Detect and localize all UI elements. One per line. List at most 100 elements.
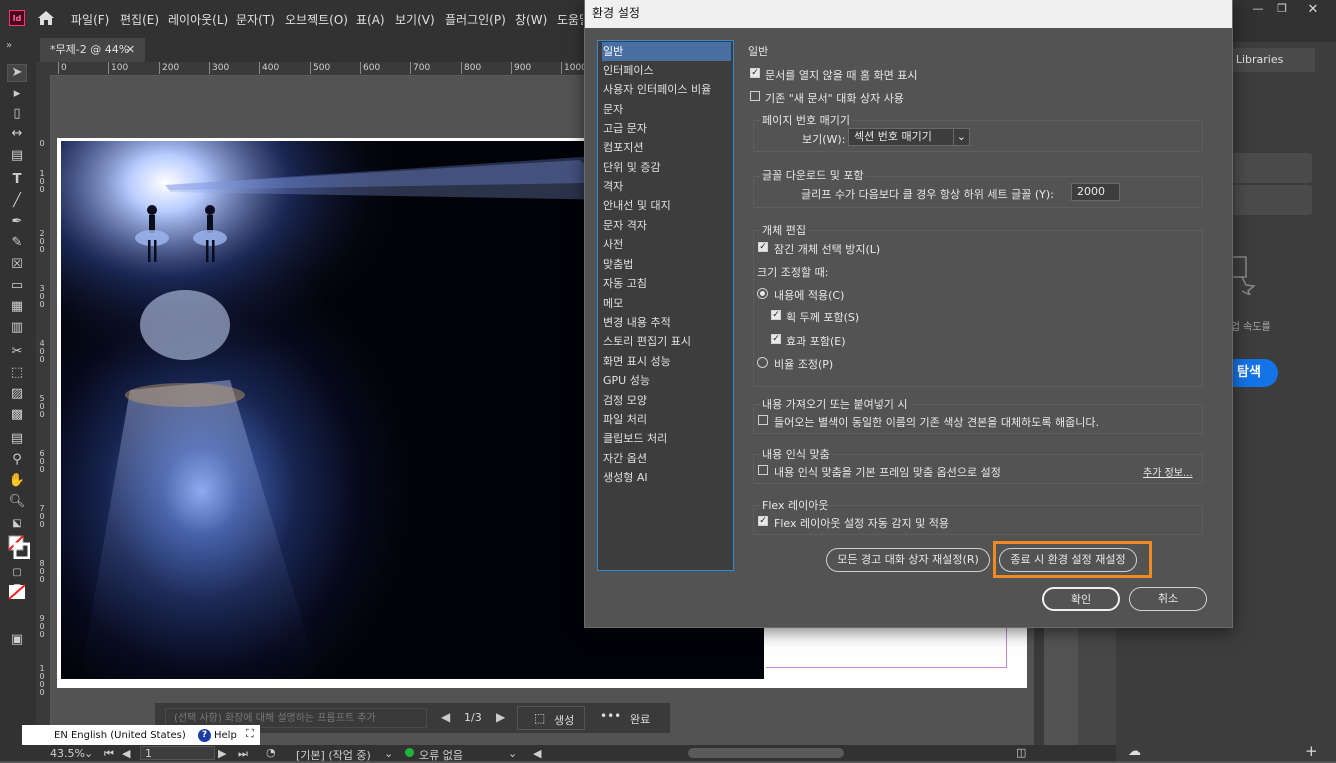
first-page-icon[interactable]: ⏮ bbox=[104, 747, 114, 761]
content-collector-icon[interactable]: ▤ bbox=[8, 148, 26, 164]
more-options-icon[interactable]: ••• bbox=[600, 709, 621, 723]
next-icon[interactable]: ▶ bbox=[496, 710, 505, 724]
category-item[interactable]: 맞춤법 bbox=[602, 255, 731, 274]
grid-tool-icon[interactable]: ▥ bbox=[8, 320, 26, 336]
scissors-tool-icon[interactable]: ✂ bbox=[8, 344, 26, 360]
restore-icon[interactable]: ❐ bbox=[1273, 2, 1291, 16]
menu-view[interactable]: 보기(V) bbox=[395, 11, 435, 28]
page-tool-icon[interactable]: ▯ bbox=[8, 106, 26, 122]
document-tab[interactable]: *무제-2 @ 44% ✕ bbox=[40, 38, 145, 62]
category-item[interactable]: 변경 내용 추적 bbox=[602, 313, 731, 332]
type-tool-icon[interactable]: T bbox=[8, 172, 26, 188]
category-item[interactable]: 자간 옵션 bbox=[602, 449, 731, 468]
horizontal-scrollbar[interactable] bbox=[688, 748, 844, 758]
menu-file[interactable]: 파일(F) bbox=[71, 11, 109, 28]
category-item[interactable]: 인터페이스 bbox=[602, 61, 731, 80]
note-tool-icon[interactable]: ▤ bbox=[8, 431, 26, 447]
rectangle-frame-icon[interactable]: ☒ bbox=[8, 257, 26, 273]
direct-selection-tool-icon[interactable]: ▸ bbox=[8, 86, 26, 102]
collapse-toolbar-icon[interactable]: » bbox=[6, 40, 12, 51]
page-number-field[interactable]: 1 bbox=[140, 746, 215, 760]
done-button[interactable]: 완료 bbox=[630, 711, 650, 727]
zoom-tool-icon[interactable]: 🔍︎ bbox=[8, 494, 26, 510]
prev-page-icon[interactable]: ◀ bbox=[122, 747, 130, 760]
category-item[interactable]: 안내선 및 대지 bbox=[602, 196, 731, 215]
category-item[interactable]: 메모 bbox=[602, 294, 731, 313]
include-stroke-checkbox[interactable]: ✓ bbox=[771, 310, 781, 320]
eyedropper-icon[interactable]: ⚲ bbox=[8, 452, 26, 468]
formatting-affects-container-icon[interactable]: ▢ T bbox=[8, 565, 26, 594]
line-tool-icon[interactable]: ╱ bbox=[8, 193, 26, 209]
help-icon[interactable]: ? bbox=[198, 729, 211, 742]
preflight-menu-icon[interactable]: ⌄ bbox=[508, 747, 517, 760]
gradient-feather-icon[interactable]: ▩ bbox=[8, 407, 26, 423]
close-window-icon[interactable]: ✕ bbox=[1304, 2, 1322, 17]
cancel-button[interactable]: 취소 bbox=[1129, 587, 1207, 611]
cloud-icon[interactable]: ☁ bbox=[1128, 744, 1141, 759]
subset-input[interactable]: 2000 bbox=[1071, 183, 1120, 201]
category-item[interactable]: 단위 및 증감 bbox=[602, 158, 731, 177]
table-tool-icon[interactable]: ▦ bbox=[8, 299, 26, 315]
zoom-dropdown-icon[interactable]: ⌄ bbox=[84, 747, 93, 760]
expand-icon[interactable]: ⛶ bbox=[246, 727, 254, 741]
profile-dropdown-icon[interactable]: ⌄ bbox=[384, 747, 393, 760]
category-item[interactable]: GPU 성능 bbox=[602, 371, 731, 390]
category-item[interactable]: 스토리 편집기 표시 bbox=[602, 332, 731, 351]
flex-auto-checkbox[interactable]: ✓ bbox=[758, 516, 768, 526]
include-effects-checkbox[interactable]: ✓ bbox=[771, 334, 781, 344]
home-icon[interactable] bbox=[36, 8, 56, 28]
more-info-link[interactable]: 추가 정보... bbox=[1143, 464, 1193, 479]
menu-layout[interactable]: 레이아웃(L) bbox=[168, 11, 228, 28]
menu-plugins[interactable]: 플러그인(P) bbox=[445, 11, 506, 28]
help-label[interactable]: Help bbox=[214, 730, 237, 741]
menu-edit[interactable]: 편집(E) bbox=[120, 11, 159, 28]
category-item[interactable]: 일반 bbox=[602, 42, 731, 61]
fill-stroke-swatch[interactable] bbox=[8, 535, 31, 560]
content-aware-checkbox[interactable] bbox=[758, 465, 768, 475]
default-colors-icon[interactable]: ⬕ bbox=[8, 516, 26, 532]
minimize-icon[interactable]: — bbox=[1249, 2, 1267, 16]
spread-view-icon[interactable]: ◔ bbox=[266, 746, 276, 759]
category-item[interactable]: 고급 문자 bbox=[602, 119, 731, 138]
free-transform-icon[interactable]: ⬚ bbox=[8, 365, 26, 381]
selection-tool-icon[interactable]: ➤ bbox=[7, 64, 27, 82]
category-item[interactable]: 생성형 AI bbox=[602, 468, 731, 487]
category-item[interactable]: 사전 bbox=[602, 235, 731, 254]
prevent-locked-checkbox[interactable]: ✓ bbox=[758, 242, 768, 252]
category-item[interactable]: 컴포지션 bbox=[602, 138, 731, 157]
category-item[interactable]: 파일 처리 bbox=[602, 410, 731, 429]
language-label[interactable]: EN English (United States) bbox=[54, 730, 186, 741]
gap-tool-icon[interactable]: ↔ bbox=[8, 126, 26, 142]
menu-window[interactable]: 창(W) bbox=[515, 11, 547, 28]
previous-icon[interactable]: ◀ bbox=[441, 710, 450, 724]
category-item[interactable]: 검정 모양 bbox=[602, 391, 731, 410]
view-select[interactable]: 섹션 번호 매기기 ⌄ bbox=[848, 128, 970, 146]
zoom-level[interactable]: 43.5% bbox=[50, 747, 85, 760]
category-item[interactable]: 문자 격자 bbox=[602, 216, 731, 235]
legacy-new-doc-checkbox[interactable] bbox=[750, 91, 760, 101]
category-item[interactable]: 사용자 인터페이스 비율 bbox=[602, 80, 731, 99]
rectangle-tool-icon[interactable]: ▭ bbox=[8, 278, 26, 294]
category-item[interactable]: 화면 표시 성능 bbox=[602, 352, 731, 371]
close-tab-icon[interactable]: ✕ bbox=[126, 38, 135, 62]
category-item[interactable]: 격자 bbox=[602, 177, 731, 196]
menu-table[interactable]: 표(A) bbox=[356, 11, 385, 28]
apply-content-radio[interactable] bbox=[757, 288, 768, 299]
scroll-left-icon[interactable]: ◀ bbox=[533, 747, 541, 760]
split-layout-icon[interactable]: ◫ bbox=[1016, 746, 1026, 759]
ok-button[interactable]: 확인 bbox=[1042, 587, 1120, 611]
gradient-swatch-icon[interactable]: ▨ bbox=[8, 386, 26, 402]
pencil-tool-icon[interactable]: ✎ bbox=[8, 235, 26, 251]
reset-warnings-button[interactable]: 모든 경고 대화 상자 재설정(R) bbox=[826, 548, 990, 572]
pen-tool-icon[interactable]: ✒ bbox=[8, 214, 26, 230]
replace-swatch-checkbox[interactable] bbox=[758, 415, 768, 425]
menu-object[interactable]: 오브젝트(O) bbox=[285, 11, 348, 28]
adjust-scale-radio[interactable] bbox=[757, 357, 768, 368]
add-icon[interactable]: + bbox=[1305, 742, 1318, 760]
category-item[interactable]: 자동 고침 bbox=[602, 274, 731, 293]
next-page-icon[interactable]: ▶ bbox=[218, 747, 226, 760]
apply-none-icon[interactable] bbox=[8, 584, 26, 600]
category-item[interactable]: 문자 bbox=[602, 100, 731, 119]
category-item[interactable]: 클립보드 처리 bbox=[602, 429, 731, 448]
generate-button[interactable]: ⬚ 생성 bbox=[517, 706, 585, 730]
